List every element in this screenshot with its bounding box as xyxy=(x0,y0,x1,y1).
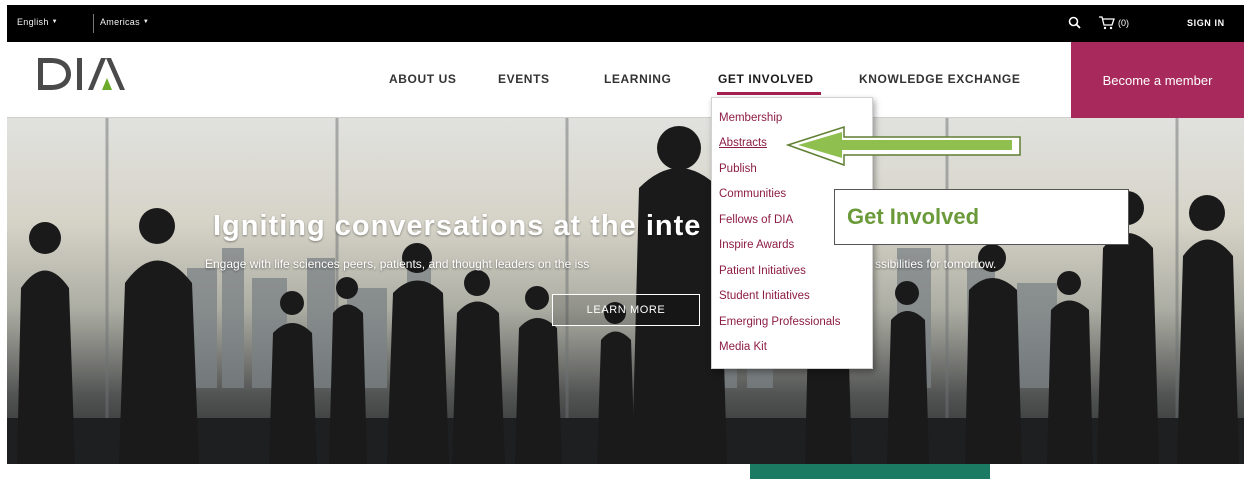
learn-more-button[interactable]: LEARN MORE xyxy=(552,294,700,326)
chevron-down-icon: ▼ xyxy=(51,19,58,25)
nav-get-involved[interactable]: GET INVOLVED xyxy=(718,72,814,86)
menu-item-abstracts[interactable]: Abstracts xyxy=(719,137,767,149)
menu-item-fellows-of-dia[interactable]: Fellows of DIA xyxy=(719,214,793,226)
menu-item-communities[interactable]: Communities xyxy=(719,188,786,200)
menu-item-inspire-awards[interactable]: Inspire Awards xyxy=(719,239,794,251)
region-selector[interactable]: Americas ▼ xyxy=(100,17,149,27)
nav-knowledge-exchange[interactable]: KNOWLEDGE EXCHANGE xyxy=(859,72,1020,86)
cart-button[interactable]: (0) xyxy=(1098,16,1129,30)
region-label: Americas xyxy=(100,17,140,27)
annotation-arrow-icon xyxy=(785,125,1021,167)
menu-item-patient-initiatives[interactable]: Patient Initiatives xyxy=(719,265,806,277)
hero-title: Igniting conversations at the inte xyxy=(213,210,702,242)
main-header: ABOUT US EVENTS LEARNING GET INVOLVED KN… xyxy=(7,42,1244,118)
language-selector[interactable]: English ▼ xyxy=(17,17,58,27)
language-label: English xyxy=(17,17,49,27)
nav-learning[interactable]: LEARNING xyxy=(604,72,671,86)
nav-about-us[interactable]: ABOUT US xyxy=(389,72,456,86)
chevron-down-icon: ▼ xyxy=(142,19,150,25)
menu-item-emerging-professionals[interactable]: Emerging Professionals xyxy=(719,316,840,328)
menu-item-publish[interactable]: Publish xyxy=(719,163,757,175)
cart-count: (0) xyxy=(1118,18,1129,28)
dia-logo[interactable] xyxy=(35,56,130,92)
active-nav-indicator xyxy=(717,92,821,95)
menu-item-student-initiatives[interactable]: Student Initiatives xyxy=(719,290,810,302)
divider xyxy=(93,14,94,33)
utility-bar: English ▼ Americas ▼ (0) SIGN IN xyxy=(7,5,1244,42)
accent-stripe xyxy=(750,464,990,479)
cart-icon xyxy=(1099,16,1115,30)
annotation-callout: Get Involved xyxy=(834,189,1129,245)
menu-item-media-kit[interactable]: Media Kit xyxy=(719,341,767,353)
nav-events[interactable]: EVENTS xyxy=(498,72,550,86)
sign-in-link[interactable]: SIGN IN xyxy=(1187,18,1225,28)
hero-subtitle: Engage with life sciences peers, patient… xyxy=(205,257,590,271)
become-member-button[interactable]: Become a member xyxy=(1071,42,1244,118)
hero-subtitle-tail: ssibilities for tomorrow. xyxy=(875,257,997,271)
hero-banner: Igniting conversations at the inte Engag… xyxy=(7,118,1244,464)
search-icon[interactable] xyxy=(1067,15,1083,31)
menu-item-membership[interactable]: Membership xyxy=(719,112,782,124)
callout-text: Get Involved xyxy=(847,204,980,229)
business-people-silhouette-image xyxy=(7,118,1244,464)
